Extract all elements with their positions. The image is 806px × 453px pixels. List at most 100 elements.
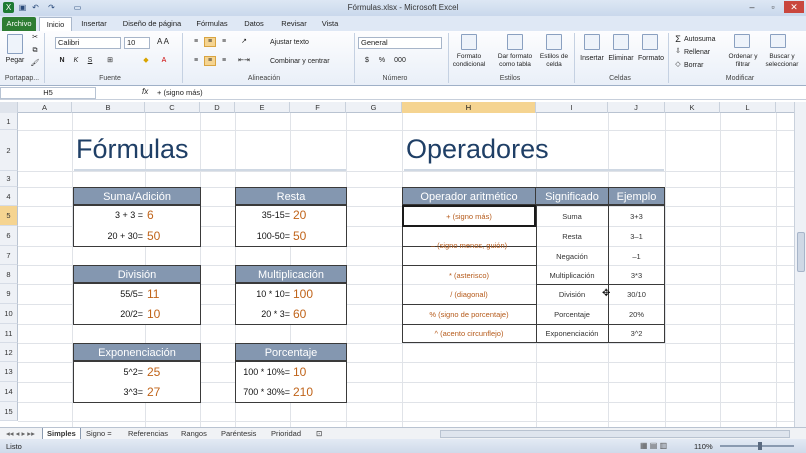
column-header[interactable]: B <box>72 102 145 113</box>
tab-inicio[interactable]: Inicio <box>39 17 72 31</box>
column-header[interactable]: F <box>290 102 346 113</box>
tab-datos[interactable]: Datos <box>238 17 270 31</box>
format-cells-icon[interactable] <box>642 34 658 50</box>
number-format-combo[interactable]: General <box>358 37 442 49</box>
percent-button[interactable]: % <box>377 57 387 65</box>
find-select-button[interactable]: Buscar y seleccionar <box>762 53 802 69</box>
column-header[interactable]: A <box>18 102 72 113</box>
autosum-button[interactable]: Autosuma <box>684 36 724 44</box>
column-header[interactable]: K <box>665 102 720 113</box>
fill-icon[interactable]: ⇩ <box>673 48 683 56</box>
column-header[interactable]: G <box>346 102 402 113</box>
tab-archivo[interactable]: Archivo <box>2 17 36 31</box>
tab-formulas[interactable]: Fórmulas <box>192 17 232 31</box>
sort-filter-icon[interactable] <box>734 34 750 48</box>
borders-icon[interactable]: ⊞ <box>104 57 116 65</box>
autosum-icon[interactable]: Σ <box>673 35 683 44</box>
currency-button[interactable]: $ <box>362 57 372 65</box>
table-format-button[interactable]: Dar formato como tabla <box>492 53 538 69</box>
row-header[interactable]: 12 <box>0 343 18 362</box>
indent-icon[interactable]: ⇤⇥ <box>236 57 252 65</box>
horizontal-scrollbar[interactable] <box>440 430 790 438</box>
paste-icon[interactable] <box>7 34 23 54</box>
format-cells-button[interactable]: Formato <box>636 55 666 63</box>
orientation-icon[interactable]: ↗ <box>236 38 252 46</box>
column-header[interactable]: L <box>720 102 776 113</box>
clear-icon[interactable]: ◇ <box>673 61 683 69</box>
conditional-format-button[interactable]: Formato condicional <box>448 53 490 69</box>
thousands-button[interactable]: 000 <box>392 57 408 65</box>
scroll-thumb[interactable] <box>797 232 805 272</box>
row-header[interactable]: 8 <box>0 265 18 284</box>
tab-insertar[interactable]: Insertar <box>76 17 112 31</box>
align-center-icon[interactable]: ≡ <box>204 56 216 66</box>
row-header[interactable]: 4 <box>0 187 18 206</box>
column-header-selected[interactable]: H <box>402 102 536 113</box>
column-header[interactable]: I <box>536 102 608 113</box>
insert-cells-icon[interactable] <box>584 34 600 50</box>
maximize-button[interactable]: ▫ <box>763 1 783 13</box>
row-header[interactable]: 14 <box>0 382 18 402</box>
font-color-icon[interactable]: A <box>158 57 170 65</box>
table-format-icon[interactable] <box>507 34 523 50</box>
sort-filter-button[interactable]: Ordenar y filtrar <box>726 53 760 69</box>
row-header[interactable]: 1 <box>0 113 18 130</box>
bold-button[interactable]: N <box>58 57 66 65</box>
merge-center-button[interactable]: Combinar y centrar <box>270 58 350 66</box>
align-right-icon[interactable]: ≡ <box>218 57 230 65</box>
cut-icon[interactable]: ✂ <box>30 34 40 42</box>
minimize-button[interactable]: ‒ <box>742 1 762 13</box>
align-top-icon[interactable]: ≡ <box>190 38 202 46</box>
select-all-corner[interactable] <box>0 102 18 113</box>
row-header[interactable]: 10 <box>0 304 18 324</box>
tab-revisar[interactable]: Revisar <box>276 17 312 31</box>
clear-button[interactable]: Borrar <box>684 62 724 70</box>
row-header[interactable]: 15 <box>0 402 18 421</box>
row-header-selected[interactable]: 5 <box>0 206 18 226</box>
delete-cells-icon[interactable] <box>613 34 629 50</box>
fill-button[interactable]: Rellenar <box>684 49 724 57</box>
paste-button[interactable]: Pegar <box>4 57 26 65</box>
insert-function-icon[interactable]: fx <box>142 87 148 96</box>
column-header[interactable]: C <box>145 102 200 113</box>
align-middle-icon[interactable]: ≡ <box>204 37 216 47</box>
tab-vista[interactable]: Vista <box>316 17 344 31</box>
align-left-icon[interactable]: ≡ <box>190 57 202 65</box>
row-header[interactable]: 3 <box>0 171 18 187</box>
column-header[interactable]: J <box>608 102 665 113</box>
conditional-format-icon[interactable] <box>461 34 477 50</box>
row-header[interactable]: 7 <box>0 246 18 265</box>
find-select-icon[interactable] <box>770 34 786 48</box>
view-buttons-icon[interactable]: ▦ ▤ ▥ <box>640 441 680 450</box>
zoom-slider-handle[interactable] <box>758 442 762 450</box>
zoom-level[interactable]: 110% <box>694 442 713 451</box>
italic-button[interactable]: K <box>72 57 80 65</box>
copy-icon[interactable]: ⧉ <box>30 47 40 55</box>
wrap-text-button[interactable]: Ajustar texto <box>270 39 332 47</box>
font-name-combo[interactable]: Calibri <box>55 37 121 49</box>
font-size-combo[interactable]: 10 <box>124 37 150 49</box>
column-header[interactable]: D <box>200 102 235 113</box>
name-box[interactable]: H5 <box>0 87 96 99</box>
format-painter-icon[interactable]: 🖌 <box>30 60 40 68</box>
row-header[interactable]: 9 <box>0 284 18 304</box>
fill-color-icon[interactable]: ◆ <box>140 57 152 65</box>
row-header[interactable]: 6 <box>0 226 18 246</box>
cell-styles-icon[interactable] <box>546 34 562 50</box>
row-header[interactable]: 13 <box>0 362 18 382</box>
tab-diseno[interactable]: Diseño de página <box>118 17 186 31</box>
align-bottom-icon[interactable]: ≡ <box>218 38 230 46</box>
row-header[interactable]: 2 <box>0 130 18 171</box>
cell-styles-button[interactable]: Estilos de celda <box>538 53 570 69</box>
insert-cells-button[interactable]: Insertar <box>578 55 606 63</box>
underline-button[interactable]: S <box>86 57 94 65</box>
grow-font-icon[interactable]: A A <box>153 38 173 46</box>
vertical-scrollbar[interactable] <box>794 102 806 427</box>
zoom-slider[interactable] <box>720 445 794 447</box>
column-header[interactable]: E <box>235 102 290 113</box>
delete-cells-button[interactable]: Eliminar <box>606 55 636 63</box>
row-header[interactable]: 11 <box>0 324 18 343</box>
formula-value: 10 <box>147 307 161 321</box>
formula-input[interactable]: + (signo más) <box>154 87 794 99</box>
close-button[interactable]: ✕ <box>784 1 804 13</box>
